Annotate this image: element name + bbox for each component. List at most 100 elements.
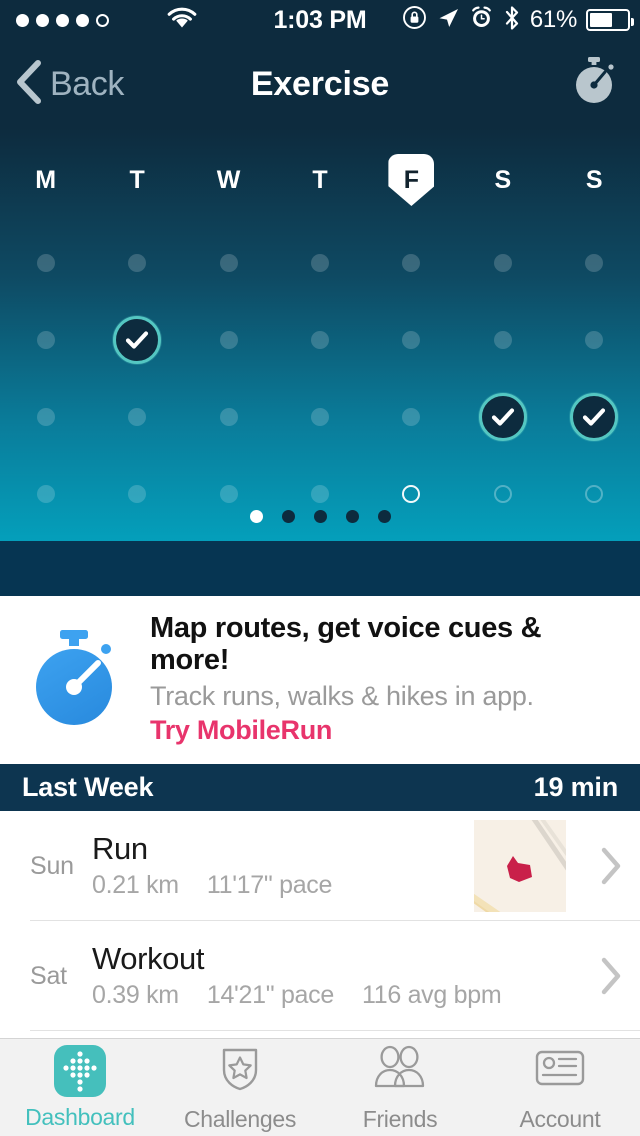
- page-dot[interactable]: [346, 510, 359, 523]
- dot-icon: [37, 254, 55, 272]
- dot-icon: [311, 408, 329, 426]
- page-title: Exercise: [0, 40, 640, 128]
- activity-day-dot[interactable]: [549, 254, 640, 272]
- page-dot[interactable]: [378, 510, 391, 523]
- tab-label: Challenges: [184, 1106, 296, 1133]
- promo-title: Map routes, get voice cues & more!: [150, 612, 622, 677]
- dot-icon: [402, 331, 420, 349]
- id-card-icon: [532, 1042, 588, 1099]
- activity-day-dot[interactable]: [183, 331, 274, 349]
- dot-icon: [585, 254, 603, 272]
- activity-day-dot[interactable]: [274, 408, 365, 426]
- ring-icon: [585, 485, 603, 503]
- exercise-stat: 0.21 km: [92, 871, 179, 900]
- day-label-wed[interactable]: W: [183, 152, 274, 208]
- activity-day-dot[interactable]: [366, 408, 457, 426]
- activity-day-dot[interactable]: [457, 331, 548, 349]
- location-arrow-icon: [436, 6, 460, 35]
- dot-icon: [37, 331, 55, 349]
- dot-icon: [494, 254, 512, 272]
- day-label-row: M T W T F S S: [0, 152, 640, 208]
- mobilerun-promo-card[interactable]: Map routes, get voice cues & more! Track…: [0, 596, 640, 762]
- activity-day-dot[interactable]: [0, 331, 91, 349]
- exercise-details: Run0.21 km11'17" pace: [92, 832, 474, 900]
- tab-bar: Dashboard Challenges Friends: [0, 1038, 640, 1136]
- try-mobilerun-link[interactable]: Try MobileRun: [150, 715, 622, 746]
- page-dot[interactable]: [282, 510, 295, 523]
- page-dot[interactable]: [314, 510, 327, 523]
- status-bar: 1:03 PM: [0, 0, 640, 40]
- day-label-mon[interactable]: M: [0, 152, 91, 208]
- route-map-thumbnail[interactable]: [474, 820, 566, 912]
- section-total-minutes: 19 min: [534, 772, 618, 803]
- exercise-list: SunRun0.21 km11'17" paceSatWorkout0.39 k…: [0, 811, 640, 1031]
- page-dot[interactable]: [250, 510, 263, 523]
- activity-grid-row: [0, 378, 640, 455]
- day-label-sun[interactable]: S: [549, 152, 640, 208]
- day-label-tue[interactable]: T: [91, 152, 182, 208]
- activity-day-dot[interactable]: [91, 408, 182, 426]
- exercise-name: Run: [92, 832, 474, 866]
- activity-day-dot[interactable]: [457, 254, 548, 272]
- rotation-lock-icon: [402, 5, 427, 35]
- activity-day-completed[interactable]: [549, 393, 640, 441]
- dot-icon: [311, 254, 329, 272]
- dot-icon: [128, 485, 146, 503]
- tab-dashboard[interactable]: Dashboard: [0, 1039, 160, 1136]
- activity-day-completed[interactable]: [457, 393, 548, 441]
- dot-icon: [220, 408, 238, 426]
- promo-text-block: Map routes, get voice cues & more! Track…: [150, 612, 640, 747]
- battery-percent: 61%: [530, 6, 577, 34]
- tab-friends[interactable]: Friends: [320, 1039, 480, 1136]
- two-people-icon: [371, 1042, 429, 1099]
- exercise-row[interactable]: SatWorkout0.39 km14'21" pace116 avg bpm: [0, 921, 640, 1031]
- ring-icon: [402, 485, 420, 503]
- checkmark-icon: [479, 393, 527, 441]
- activity-day-dot[interactable]: [0, 485, 91, 503]
- activity-day-empty-ring[interactable]: [457, 485, 548, 503]
- tab-account[interactable]: Account: [480, 1039, 640, 1136]
- dot-icon: [311, 331, 329, 349]
- activity-day-completed[interactable]: [91, 316, 182, 364]
- activity-day-dot[interactable]: [183, 408, 274, 426]
- activity-day-dot[interactable]: [0, 254, 91, 272]
- activity-day-dot[interactable]: [183, 254, 274, 272]
- day-label-thu[interactable]: T: [274, 152, 365, 208]
- week-activity-panel: M T W T F S S: [0, 128, 640, 541]
- activity-day-dot[interactable]: [183, 485, 274, 503]
- tab-challenges[interactable]: Challenges: [160, 1039, 320, 1136]
- exercise-stat: 0.39 km: [92, 981, 179, 1010]
- activity-grid-row: [0, 301, 640, 378]
- exercise-stat: 116 avg bpm: [362, 981, 501, 1010]
- activity-day-empty-ring[interactable]: [366, 485, 457, 503]
- activity-day-empty-ring[interactable]: [549, 485, 640, 503]
- activity-day-dot[interactable]: [91, 254, 182, 272]
- today-badge: F: [388, 154, 434, 206]
- dot-icon: [220, 485, 238, 503]
- activity-day-dot[interactable]: [366, 331, 457, 349]
- activity-day-dot[interactable]: [91, 485, 182, 503]
- day-label-fri-today[interactable]: F: [366, 152, 457, 208]
- activity-day-dot[interactable]: [549, 331, 640, 349]
- activity-day-dot[interactable]: [274, 331, 365, 349]
- dot-icon: [402, 254, 420, 272]
- chevron-right-icon: [582, 846, 640, 886]
- activity-day-dot[interactable]: [0, 408, 91, 426]
- status-right-icons: 61%: [402, 5, 630, 36]
- ring-icon: [494, 485, 512, 503]
- exercise-details: Workout0.39 km14'21" pace116 avg bpm: [92, 942, 582, 1010]
- nav-bar: Back Exercise: [0, 40, 640, 128]
- dot-icon: [494, 331, 512, 349]
- stopwatch-button[interactable]: [570, 40, 618, 128]
- stopwatch-icon: [0, 627, 150, 731]
- activity-day-dot[interactable]: [274, 485, 365, 503]
- exercise-row[interactable]: SunRun0.21 km11'17" pace: [0, 811, 640, 921]
- activity-day-dot[interactable]: [274, 254, 365, 272]
- exercise-name: Workout: [92, 942, 582, 976]
- dot-icon: [311, 485, 329, 503]
- bluetooth-icon: [503, 5, 521, 36]
- day-label-sat[interactable]: S: [457, 152, 548, 208]
- dot-icon: [128, 254, 146, 272]
- dot-icon: [37, 408, 55, 426]
- activity-day-dot[interactable]: [366, 254, 457, 272]
